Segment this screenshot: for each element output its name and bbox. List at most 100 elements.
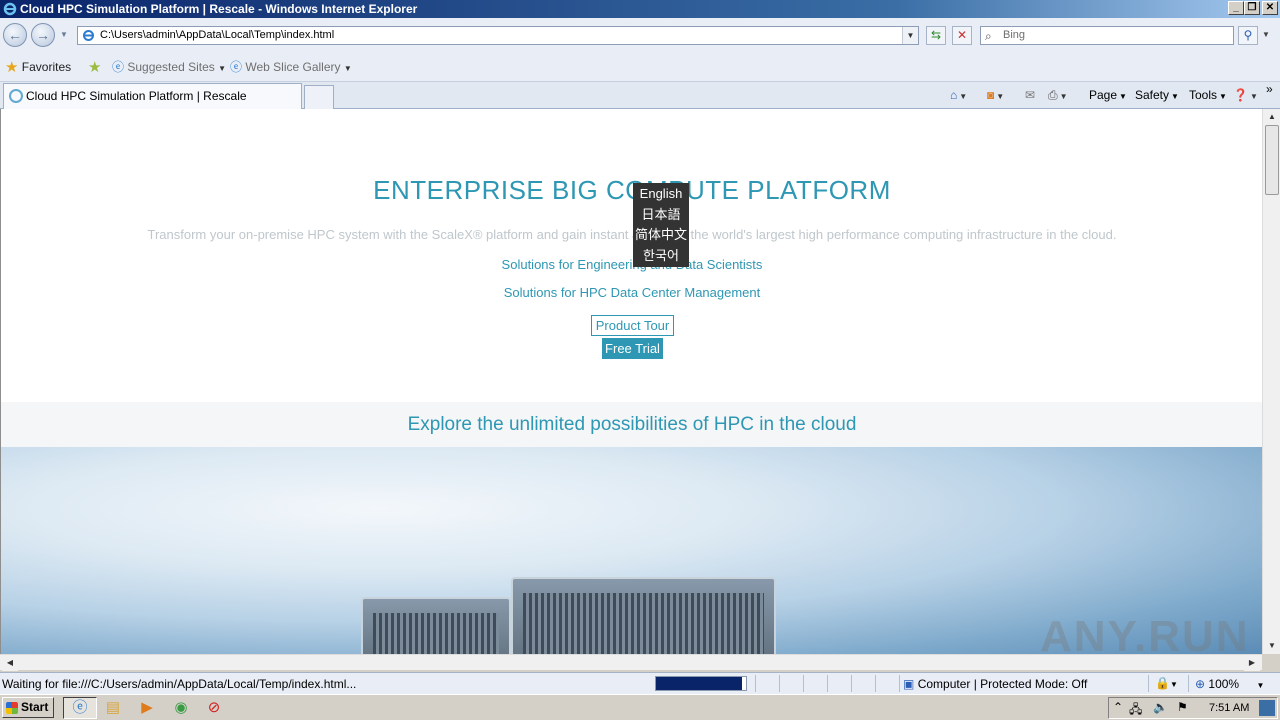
zoom-level: 100% <box>1208 677 1240 691</box>
help-icon: ❓ <box>1233 88 1248 102</box>
language-option-english[interactable]: English <box>633 184 689 205</box>
page-subtitle: Transform your on-premise HPC system wit… <box>147 227 1117 242</box>
chevron-down-icon: ▼ <box>218 64 227 73</box>
page-viewport: ENTERPRISE BIG COMPUTE PLATFORM Transfor… <box>0 109 1262 654</box>
page-title: ENTERPRISE BIG COMPUTE PLATFORM <box>373 175 891 205</box>
read-mail-button[interactable]: ✉ <box>1025 88 1035 102</box>
back-button[interactable]: ← <box>3 23 27 47</box>
explore-section: Explore the unlimited possibilities of H… <box>1 402 1262 447</box>
search-options-icon[interactable]: ▼ <box>1262 30 1270 39</box>
window-title-bar: Cloud HPC Simulation Platform | Rescale … <box>0 0 1280 18</box>
tab-rescale[interactable]: Cloud HPC Simulation Platform | Rescale <box>3 83 302 109</box>
search-placeholder: Bing <box>1003 29 1026 41</box>
hpc-solutions-link[interactable]: Solutions for HPC Data Center Management <box>1 285 1262 300</box>
explore-heading: Explore the unlimited possibilities of H… <box>407 414 857 435</box>
close-window-button[interactable]: ✕ <box>1262 1 1278 15</box>
action-center-flag-icon[interactable]: ⚑ <box>1177 700 1188 714</box>
antivirus-icon[interactable]: ⊘ <box>204 698 224 718</box>
web-slice-gallery-label: Web Slice Gallery <box>245 60 341 74</box>
minimize-button[interactable]: _ <box>1228 1 1244 15</box>
tab-title: Cloud HPC Simulation Platform | Rescale <box>26 89 247 103</box>
page-menu[interactable]: Page ▼ <box>1089 88 1127 104</box>
home-button[interactable]: ⌂ ▼ <box>950 88 967 104</box>
watermark: ANY.RUN <box>1040 612 1250 661</box>
print-button[interactable]: ⎙ ▼ <box>1048 88 1068 104</box>
show-hidden-icons-icon[interactable]: ⌃ <box>1113 700 1123 714</box>
scrollbar-corner <box>1262 654 1280 670</box>
add-favorite-icon: ★ <box>88 59 102 76</box>
scroll-down-icon[interactable]: ▼ <box>1264 638 1280 654</box>
feeds-button[interactable]: ◙ ▼ <box>987 88 1004 104</box>
favorites-label: Favorites <box>21 60 72 74</box>
web-slice-icon: ⓔ <box>230 60 243 74</box>
navigation-bar: ← → ▼ C:\Users\admin\AppData\Local\Temp\… <box>0 18 1280 52</box>
vertical-scrollbar[interactable]: ▲ ▼ <box>1262 109 1280 654</box>
favorites-star-icon: ★ <box>5 59 19 76</box>
restore-button[interactable]: ❐ <box>1244 1 1260 15</box>
mail-icon: ✉ <box>1025 88 1036 102</box>
refresh-button[interactable]: ⇆ <box>926 26 946 45</box>
zoom-icon: ⊕ <box>1195 677 1206 691</box>
engineering-solutions-link[interactable]: Solutions for Engineering and Data Scien… <box>1 257 1262 272</box>
scroll-left-icon[interactable]: ◀ <box>2 655 18 671</box>
window-title: Cloud HPC Simulation Platform | Rescale … <box>20 2 418 16</box>
stop-icon: ✕ <box>956 28 968 42</box>
media-player-icon[interactable]: ▶ <box>137 698 157 718</box>
address-dropdown-icon[interactable]: ▼ <box>902 27 918 44</box>
clock[interactable]: 7:51 AM <box>1209 702 1249 714</box>
language-option-japanese[interactable]: 日本語 <box>633 205 689 226</box>
help-button[interactable]: ❓ ▼ <box>1233 88 1258 104</box>
taskbar: Start ⓔ ▤ ▶ ◉ ⊘ ⌃ 🖧 🔈 ⚑ 7:51 AM <box>0 694 1280 720</box>
explorer-folder-icon[interactable]: ▤ <box>103 698 123 718</box>
volume-icon[interactable]: 🔈 <box>1153 700 1168 714</box>
show-desktop-icon[interactable] <box>1259 700 1275 716</box>
chevron-down-icon: ▼ <box>343 64 352 73</box>
tools-menu[interactable]: Tools ▼ <box>1189 88 1227 104</box>
server-rack-right <box>511 577 776 654</box>
status-bar: Waiting for file:///C:/Users/admin/AppDa… <box>0 672 1280 694</box>
product-tour-button[interactable]: Product Tour <box>591 315 674 336</box>
zone-label: Computer | Protected Mode: Off <box>917 677 1088 691</box>
address-bar[interactable]: C:\Users\admin\AppData\Local\Temp\index.… <box>77 26 919 45</box>
computer-icon: ▣ <box>903 677 915 691</box>
internet-explorer-icon <box>3 2 17 16</box>
scroll-up-icon[interactable]: ▲ <box>1264 109 1280 125</box>
favorites-bar: ★ Favorites ★ ⓔ Suggested Sites ▼ ⓔ Web … <box>0 52 1280 82</box>
language-option-korean[interactable]: 한국어 <box>633 246 689 267</box>
forward-arrow-icon: → <box>36 27 50 43</box>
search-box[interactable]: ⌕ Bing <box>980 26 1234 45</box>
more-commands-icon[interactable]: » <box>1266 82 1273 96</box>
suggested-sites-icon: ⓔ <box>112 60 125 74</box>
page-ie-icon <box>83 30 94 41</box>
address-url: C:\Users\admin\AppData\Local\Temp\index.… <box>100 29 335 41</box>
refresh-icon: ⇆ <box>930 28 942 42</box>
language-option-chinese[interactable]: 简体中文 <box>633 225 689 246</box>
search-button[interactable]: ⚲ <box>1238 26 1258 45</box>
security-zone[interactable]: ▣ Computer | Protected Mode: Off <box>903 677 1087 691</box>
history-dropdown-icon[interactable]: ▼ <box>60 30 68 39</box>
safety-menu[interactable]: Safety ▼ <box>1135 88 1179 104</box>
add-to-favorites-bar-button[interactable]: ★ <box>88 59 101 76</box>
suggested-sites-label: Suggested Sites <box>127 60 215 74</box>
new-tab-button[interactable] <box>304 85 334 109</box>
protected-mode-icon[interactable]: 🔒▼ <box>1155 676 1178 690</box>
stop-button[interactable]: ✕ <box>952 26 972 45</box>
suggested-sites-button[interactable]: ⓔ Suggested Sites ▼ <box>112 59 226 77</box>
zoom-control[interactable]: ⊕ 100% ▼ <box>1195 677 1264 691</box>
vertical-scroll-thumb[interactable] <box>1265 125 1279 195</box>
tools-menu-label: Tools <box>1189 88 1218 102</box>
loading-icon <box>9 89 23 103</box>
web-slice-gallery-button[interactable]: ⓔ Web Slice Gallery ▼ <box>230 59 352 77</box>
favorites-button[interactable]: ★ Favorites <box>5 59 71 76</box>
start-button[interactable]: Start <box>2 697 54 718</box>
chrome-icon[interactable]: ◉ <box>171 698 191 718</box>
forward-button[interactable]: → <box>31 23 55 47</box>
internet-explorer-icon: ⓔ <box>72 699 88 716</box>
zoom-dropdown-icon: ▼ <box>1256 681 1265 690</box>
server-rack-left <box>361 597 511 654</box>
home-icon: ⌂ <box>950 88 958 102</box>
system-tray: ⌃ 🖧 🔈 ⚑ 7:51 AM <box>1108 697 1278 719</box>
back-arrow-icon: ← <box>8 27 22 43</box>
network-icon[interactable]: 🖧 <box>1129 700 1142 720</box>
free-trial-button[interactable]: Free Trial <box>602 338 663 359</box>
